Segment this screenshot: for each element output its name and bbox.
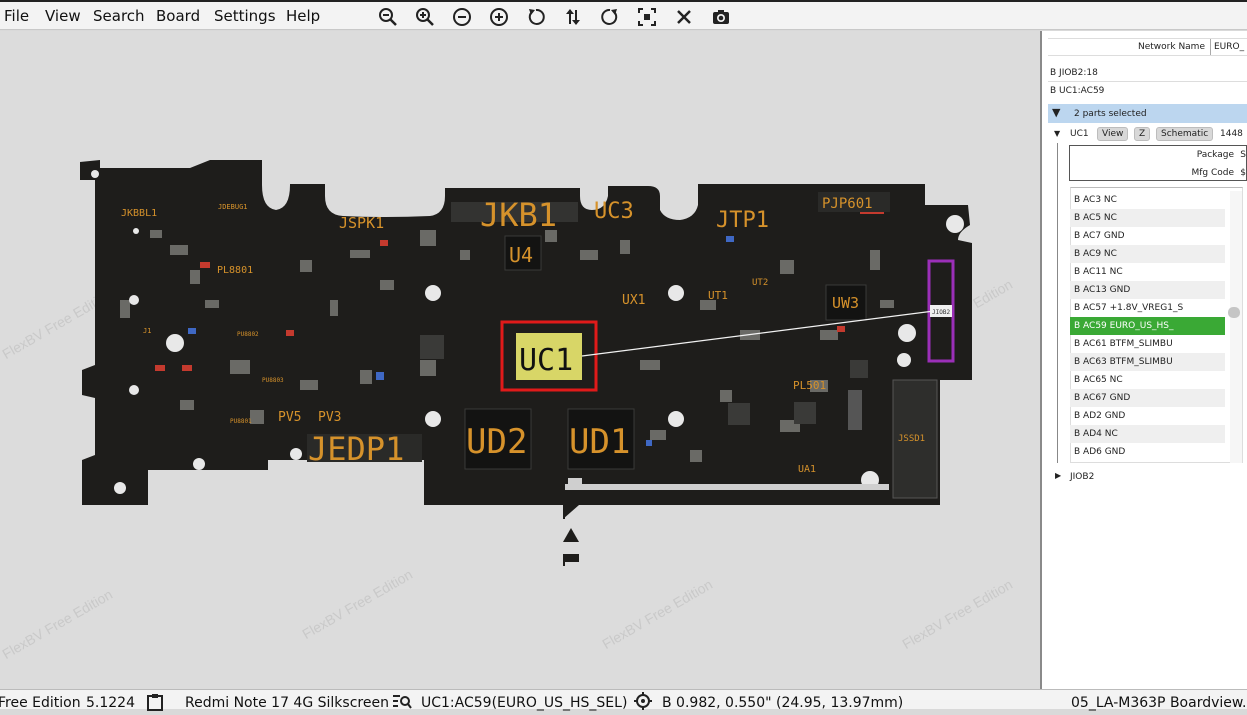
part-expand-icon[interactable]: ▼ [1054, 129, 1060, 138]
collapse-arrow-icon[interactable]: ▼ [1052, 106, 1060, 119]
label-jkb1: JKB1 [480, 196, 557, 234]
label-pjp601: PJP601 [822, 196, 873, 212]
pin-row[interactable]: B AC13 GND [1070, 281, 1225, 299]
label-jkbbl1: JKBBL1 [121, 208, 157, 219]
label-pu8802: PU8802 [237, 331, 259, 338]
menu-search[interactable]: Search [93, 7, 145, 25]
zoom-in-icon[interactable] [415, 7, 437, 27]
pin-row[interactable]: B AC11 NC [1070, 263, 1225, 281]
status-bar: Free Edition 5.1224 Redmi Note 17 4G Sil… [0, 689, 1247, 711]
selection-header[interactable]: ▼ 2 parts selected [1048, 104, 1247, 123]
package-value: S [1240, 150, 1246, 160]
label-ud2: UD2 [466, 422, 527, 462]
label-ut1: UT1 [708, 289, 728, 302]
label-jiob2: JIOB2 [932, 309, 950, 316]
label-jspk1: JSPK1 [339, 214, 384, 232]
label-pl501: PL501 [793, 379, 826, 392]
pin-row[interactable]: B AD4 NC [1070, 425, 1225, 443]
label-pu8803: PU8803 [262, 377, 284, 384]
board-canvas[interactable]: FlexBV Free Edition FlexBV Free Edition … [0, 31, 1040, 689]
menu-settings[interactable]: Settings [214, 7, 276, 25]
label-uc3: UC3 [594, 199, 634, 224]
menu-file[interactable]: File [4, 7, 29, 25]
label-uc1: UC1 [519, 343, 573, 378]
part-expand-icon[interactable]: ▶ [1055, 471, 1061, 480]
menu-bar: File View Search Board Settings Help [0, 0, 1247, 30]
mfg-code-value: $ [1240, 168, 1246, 178]
label-jdebug1: JDEBUG1 [218, 203, 248, 211]
selected-pin-2[interactable]: B UC1:AC59 [1050, 86, 1104, 96]
selected-pin-1[interactable]: B JIOB2:18 [1050, 68, 1098, 78]
pin-row[interactable]: B AC57 +1.8V_VREG1_S [1070, 299, 1225, 317]
label-jtp1: JTP1 [716, 208, 769, 233]
menu-view[interactable]: View [45, 7, 81, 25]
z-button[interactable]: Z [1134, 127, 1151, 141]
label-pl8801: PL8801 [217, 265, 253, 276]
close-icon[interactable] [674, 7, 696, 27]
fit-view-icon[interactable] [637, 7, 659, 27]
label-uw3: UW3 [832, 294, 859, 312]
crosshair-icon[interactable] [634, 692, 652, 714]
label-j1: J1 [143, 327, 151, 335]
pin-row[interactable]: B AC59 EURO_US_HS_ [1070, 317, 1225, 335]
label-pv3: PV3 [318, 410, 341, 425]
network-name-value: EURO_ [1214, 42, 1245, 52]
network-name-label: Network Name [1138, 42, 1205, 52]
view-button[interactable]: View [1097, 127, 1129, 141]
pin-row[interactable]: B AD2 GND [1070, 407, 1225, 425]
label-jssd1: JSSD1 [898, 434, 925, 444]
pin-list: B AC3 NC B AC5 NC B AC7 GND B AC9 NC B AC11 … [1070, 191, 1225, 461]
selection-count: 2 parts selected [1074, 109, 1147, 119]
pin-row[interactable]: B AC7 GND [1070, 227, 1225, 245]
pin-list-scrollbar[interactable] [1228, 307, 1240, 318]
pin-row[interactable]: B AC9 NC [1070, 245, 1225, 263]
rotate-ccw-icon[interactable] [526, 7, 548, 27]
pin-row[interactable]: B AC61 BTFM_SLIMBU [1070, 335, 1225, 353]
camera-icon[interactable] [711, 7, 733, 27]
plus-circle-icon[interactable] [489, 7, 511, 27]
label-ut2: UT2 [752, 278, 768, 288]
schematic-button[interactable]: Schematic [1156, 127, 1214, 141]
pin-count: 1448 [1220, 129, 1243, 139]
menu-board[interactable]: Board [156, 7, 200, 25]
pin-row[interactable]: B AC63 BTFM_SLIMBU [1070, 353, 1225, 371]
menu-help[interactable]: Help [286, 7, 320, 25]
pin-row[interactable]: B AD6 GND [1070, 443, 1225, 461]
pin-row[interactable]: B AC3 NC [1070, 191, 1225, 209]
pin-row[interactable]: B AC5 NC [1070, 209, 1225, 227]
pcb-board[interactable]: UC1 UD1 UD2 JEDP1 JKB1 UC3 JTP1 JSPK1 JK… [0, 31, 1040, 689]
flip-icon[interactable] [563, 7, 585, 27]
package-label: Package [1196, 150, 1234, 160]
label-ud1: UD1 [569, 422, 630, 462]
zoom-out-icon[interactable] [378, 7, 400, 27]
minus-circle-icon[interactable] [452, 7, 474, 27]
pin-row[interactable]: B AC67 GND [1070, 389, 1225, 407]
part-properties: Package S Mfg Code $ [1069, 145, 1247, 181]
label-pu8801: PU8801 [230, 418, 252, 425]
orientation-markers [563, 505, 579, 566]
label-ux1: UX1 [622, 293, 645, 308]
search-list-icon[interactable] [392, 693, 412, 713]
pin-row[interactable]: B AC65 NC [1070, 371, 1225, 389]
clipboard-icon[interactable] [147, 693, 163, 715]
label-pv5: PV5 [278, 410, 301, 425]
network-name-header: Network Name EURO_ [1048, 38, 1247, 56]
rotate-cw-icon[interactable] [600, 7, 622, 27]
inspector-panel: Network Name EURO_ B JIOB2:18 B UC1:AC59… [1042, 31, 1247, 689]
label-u4: U4 [509, 243, 533, 267]
mfg-code-label: Mfg Code [1191, 168, 1234, 178]
part-name-jiob2[interactable]: JIOB2 [1070, 472, 1094, 482]
part-name[interactable]: UC1 [1070, 129, 1089, 139]
label-jedp1: JEDP1 [308, 430, 404, 468]
label-ua1: UA1 [798, 464, 816, 475]
